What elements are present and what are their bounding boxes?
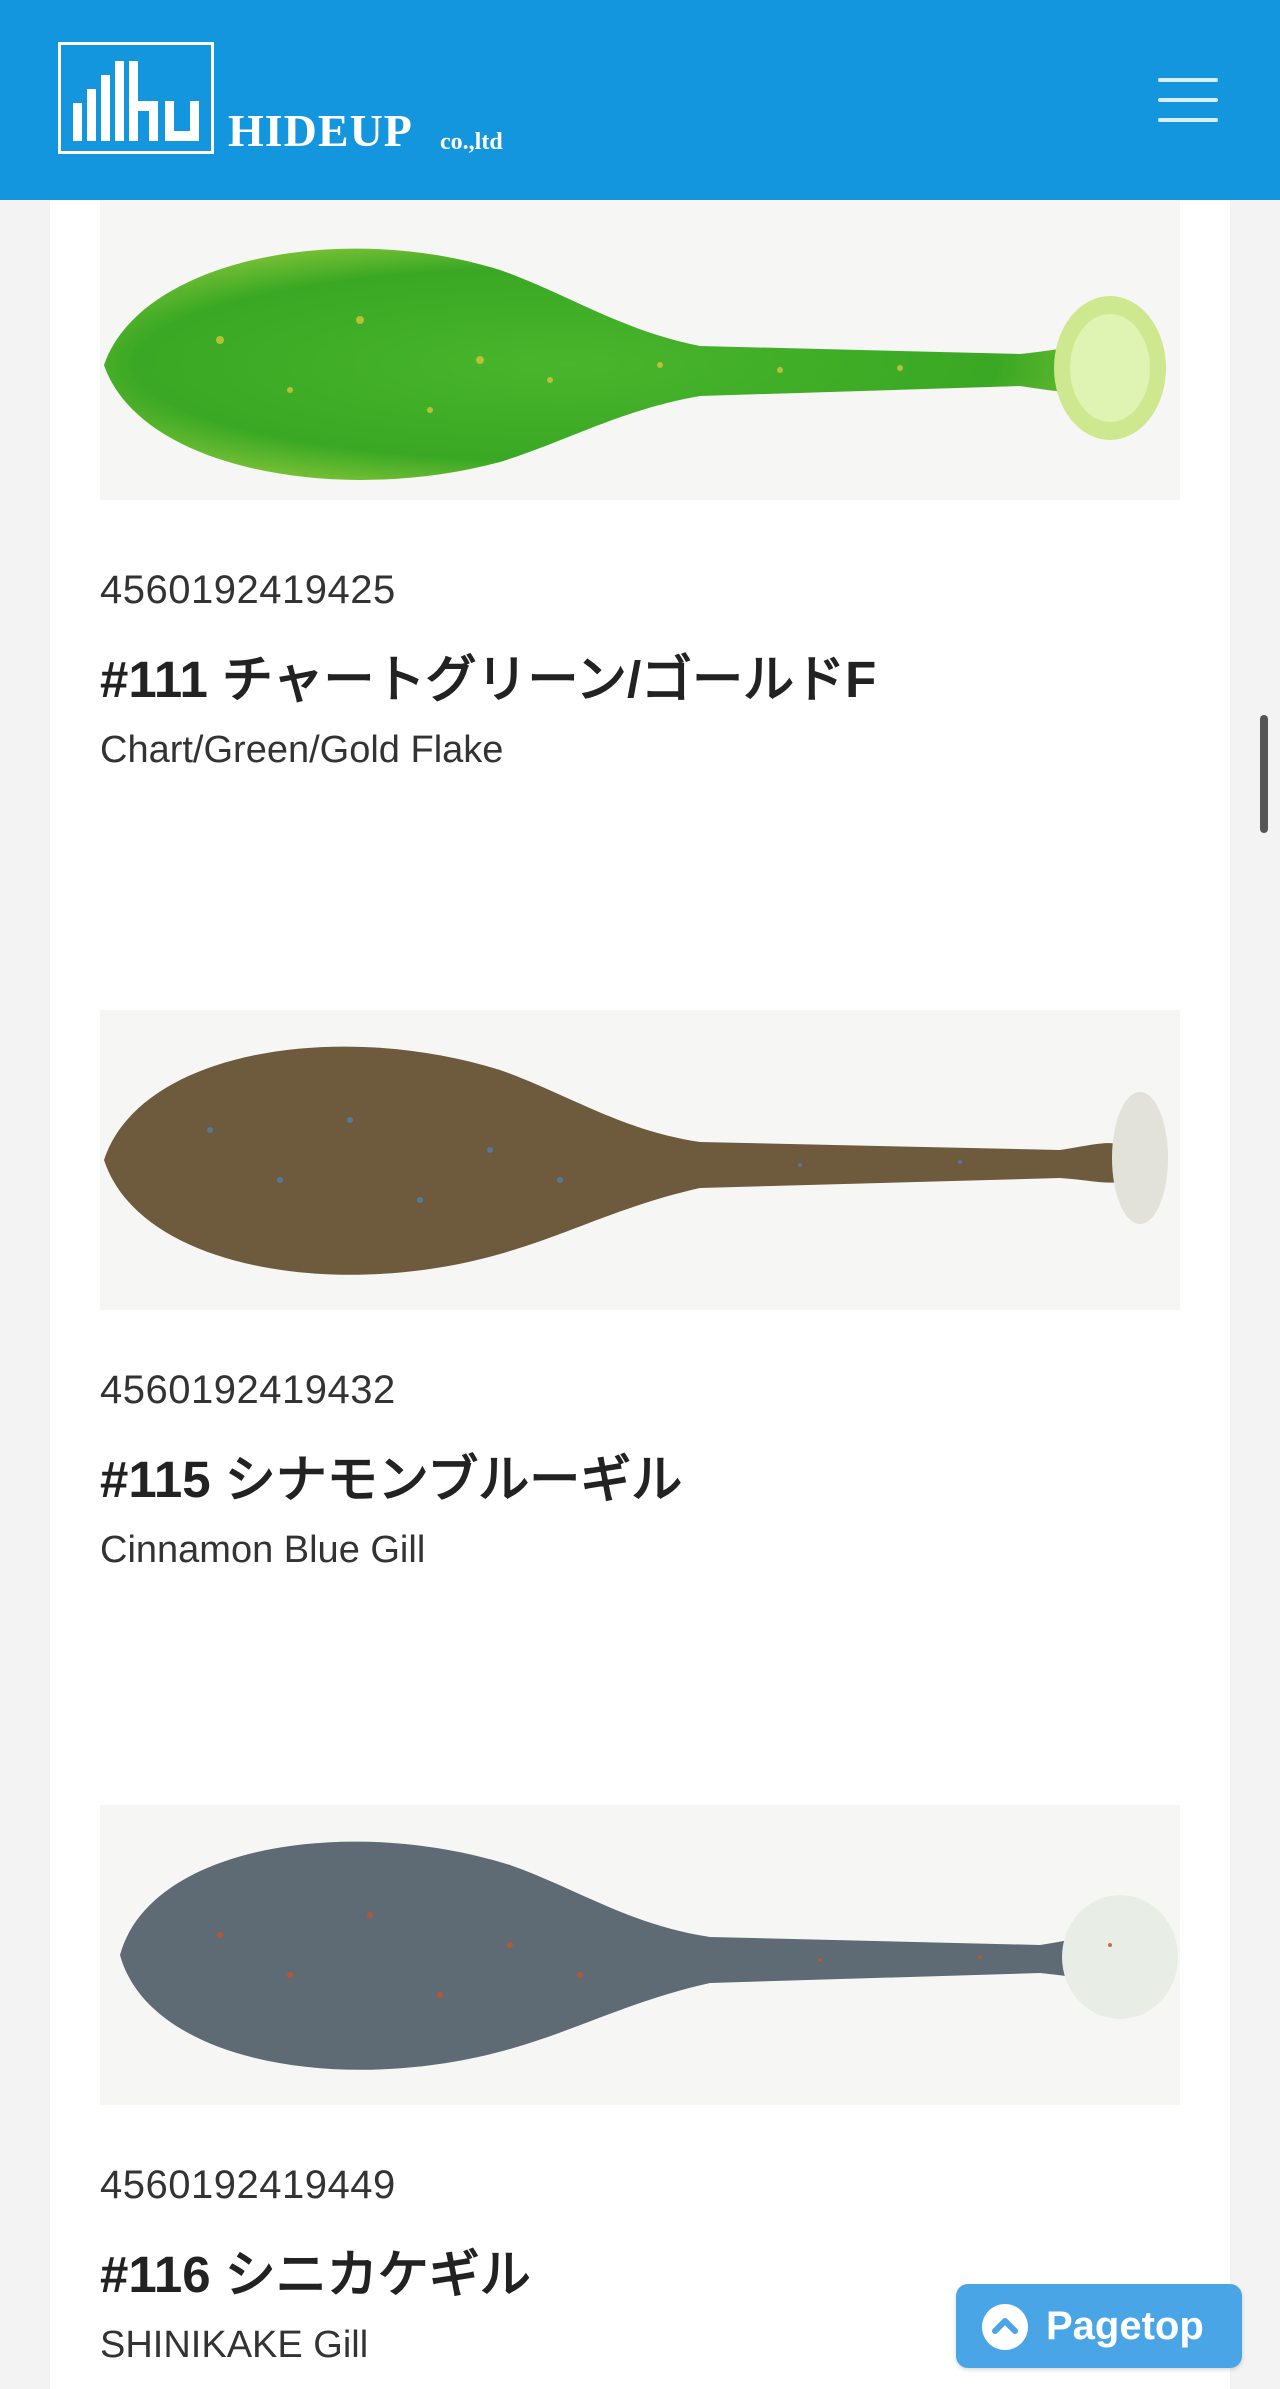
lure-photo-chart-green[interactable] bbox=[100, 200, 1180, 500]
product-title: #115 シナモンブルーギル bbox=[100, 1451, 683, 1508]
jan-code: 4560192419432 bbox=[100, 1368, 396, 1412]
hu-building-logo-icon bbox=[73, 61, 199, 141]
brand-name: HIDEUP bbox=[228, 105, 413, 156]
lure-photo-cinnamon-blue-gill[interactable] bbox=[100, 1010, 1180, 1310]
hamburger-menu-icon[interactable] bbox=[1150, 70, 1224, 130]
pagetop-button[interactable]: Pagetop bbox=[956, 2284, 1242, 2368]
product-list: 4560192419425 #111 チャートグリーン/ゴールドF Chart/… bbox=[50, 200, 1230, 2389]
brand-suffix: co.,ltd bbox=[440, 129, 503, 155]
scrollbar-thumb[interactable] bbox=[1260, 715, 1268, 833]
site-header: HIDEUP co.,ltd bbox=[0, 0, 1280, 200]
jan-code: 4560192419425 bbox=[100, 568, 396, 612]
product-subtitle: Chart/Green/Gold Flake bbox=[100, 729, 504, 771]
product-title: #116 シニカケギル bbox=[100, 2246, 531, 2303]
lure-photo-shinikake-gill[interactable] bbox=[100, 1805, 1180, 2105]
chevron-up-icon bbox=[982, 2304, 1028, 2350]
site-logo[interactable] bbox=[58, 42, 214, 154]
product-subtitle: SHINIKAKE Gill bbox=[100, 2324, 369, 2366]
jan-code: 4560192419449 bbox=[100, 2163, 396, 2207]
product-subtitle: Cinnamon Blue Gill bbox=[100, 1529, 426, 1571]
pagetop-label: Pagetop bbox=[1046, 2304, 1204, 2348]
product-title: #111 チャートグリーン/ゴールドF bbox=[100, 651, 877, 708]
